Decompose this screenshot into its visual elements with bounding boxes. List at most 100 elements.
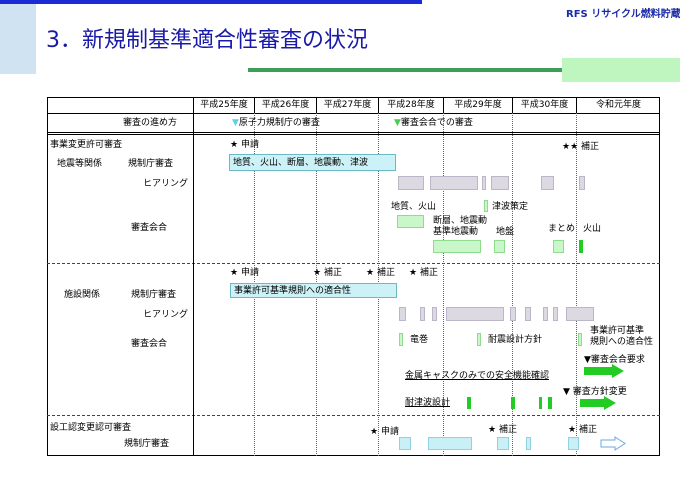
hearing-bar — [525, 307, 531, 321]
header-divider — [47, 113, 660, 114]
hearing-bar — [510, 307, 516, 321]
year-header: 平成27年度 — [323, 100, 372, 110]
year-header: 令和元年度 — [595, 100, 641, 110]
year-header: 平成30年度 — [520, 100, 569, 110]
row-label: 審査会合 — [131, 223, 168, 233]
star-icon: ★ — [568, 425, 577, 435]
meeting-label: 耐津波設計 — [405, 398, 451, 408]
review-bar — [526, 437, 531, 450]
year-col-line — [193, 97, 194, 456]
logo-text: RFS リサイクル燃料貯蔵 — [566, 9, 680, 20]
event-marker: ★ 補正 — [488, 425, 517, 435]
hearing-bar — [553, 307, 558, 321]
star-icon: ★ — [562, 142, 571, 152]
meeting-bar — [433, 240, 481, 253]
meeting-label: まとめ — [548, 224, 576, 234]
hearing-bar — [543, 307, 548, 321]
hearing-bar — [446, 307, 504, 321]
hearing-bar — [399, 307, 406, 321]
review-bar — [568, 437, 579, 450]
section1-group: 地震等関係 — [57, 159, 103, 169]
green-arrow — [584, 364, 624, 378]
outline-arrow — [600, 436, 626, 451]
star-icon: ★ — [370, 427, 379, 437]
green-arrow — [580, 396, 616, 410]
progress-divider — [47, 132, 660, 133]
meeting-bar — [548, 397, 552, 409]
year-header: 平成29年度 — [454, 100, 502, 110]
star-icon: ★ — [488, 425, 497, 435]
star-icon: ★ — [230, 140, 239, 150]
meeting-bar — [578, 333, 582, 346]
top-blue-bar — [0, 0, 422, 4]
event-marker: ★ 申請 — [230, 268, 259, 278]
meeting-label: 事業許可基準 — [590, 326, 645, 336]
year-header: 平成26年度 — [261, 100, 310, 110]
review-bar — [428, 437, 472, 450]
review-box: 地質、火山、断層、地震動、津波 — [229, 154, 396, 171]
meeting-label: 規則への適合性 — [590, 337, 654, 347]
triangle-icon: ▼ — [394, 118, 401, 128]
meeting-bar — [511, 397, 515, 409]
light-green-block — [562, 58, 680, 82]
hearing-bar — [432, 307, 437, 321]
logo: RFS リサイクル燃料貯蔵 — [566, 2, 680, 21]
hearing-bar — [541, 176, 554, 190]
meeting-label: 地盤 — [496, 227, 515, 237]
meeting-bar — [467, 397, 471, 409]
event-marker: ★ 補正 — [313, 268, 342, 278]
meeting-label: 火山 — [583, 224, 602, 234]
meeting-bar — [579, 240, 583, 253]
star-icon: ★ — [313, 268, 322, 278]
review-box: 事業許可基準規則への適合性 — [230, 283, 397, 298]
review-bar — [497, 437, 509, 450]
event-marker: ★ 補正 — [366, 268, 395, 278]
left-blue-block — [0, 4, 36, 74]
hearing-bar — [420, 307, 425, 321]
hearing-bar — [566, 307, 594, 321]
year-header: 平成28年度 — [387, 100, 435, 110]
row-label: 規制庁審査 — [128, 159, 174, 169]
page-title: 3．新規制基準適合性審査の状況 — [46, 28, 368, 53]
section1-title: 事業変更許可審査 — [50, 140, 123, 150]
progress-label: 審査の進め方 — [123, 118, 178, 128]
hearing-bar — [579, 176, 585, 190]
event-marker: ★★ 補正 — [562, 142, 600, 152]
year-header: 平成25年度 — [200, 100, 248, 110]
meeting-bar — [539, 397, 542, 409]
section2-group: 施設関係 — [64, 290, 101, 300]
star-icon: ★ — [230, 268, 239, 278]
meeting-bar — [484, 200, 488, 212]
star-icon: ★ — [409, 268, 418, 278]
section-divider-2 — [47, 415, 660, 416]
event-marker: ★ 申請 — [230, 140, 259, 150]
row-label: ヒアリング — [143, 310, 189, 320]
meeting-label: 地質、火山 — [391, 202, 437, 212]
section3-title: 設工認変更認可審査 — [50, 423, 132, 433]
progress-item-2: ▼審査会合での審査 — [394, 118, 473, 128]
event-marker: ★ 申請 — [370, 427, 399, 437]
meeting-bar — [397, 215, 424, 228]
hearing-bar — [430, 176, 478, 190]
star-icon: ★ — [366, 268, 375, 278]
meeting-bar — [553, 240, 564, 253]
meeting-label: 金属キャスクのみでの安全機能確認 — [405, 371, 550, 381]
meeting-label: 基準地震動 — [433, 227, 479, 237]
meeting-label: 竜巻 — [410, 335, 429, 345]
progress-item-1: ▼原子力規制庁の審査 — [232, 118, 320, 128]
triangle-icon: ▼ — [232, 118, 239, 128]
meeting-label: 耐震設計方針 — [488, 335, 543, 345]
section-divider-1 — [47, 263, 660, 264]
meeting-label: 断層、地震動 — [433, 216, 488, 226]
meeting-label: 津波策定 — [492, 202, 529, 212]
hearing-bar — [491, 176, 509, 190]
triangle-icon: ▼ — [563, 387, 570, 397]
event-marker: ★ 補正 — [409, 268, 438, 278]
star-icon: ★ — [570, 142, 579, 152]
meeting-bar — [494, 240, 505, 253]
hearing-bar — [482, 176, 486, 190]
meeting-bar — [477, 333, 481, 346]
row-label: 規制庁審査 — [131, 290, 177, 300]
hearing-bar — [398, 176, 424, 190]
meeting-bar — [399, 333, 403, 346]
